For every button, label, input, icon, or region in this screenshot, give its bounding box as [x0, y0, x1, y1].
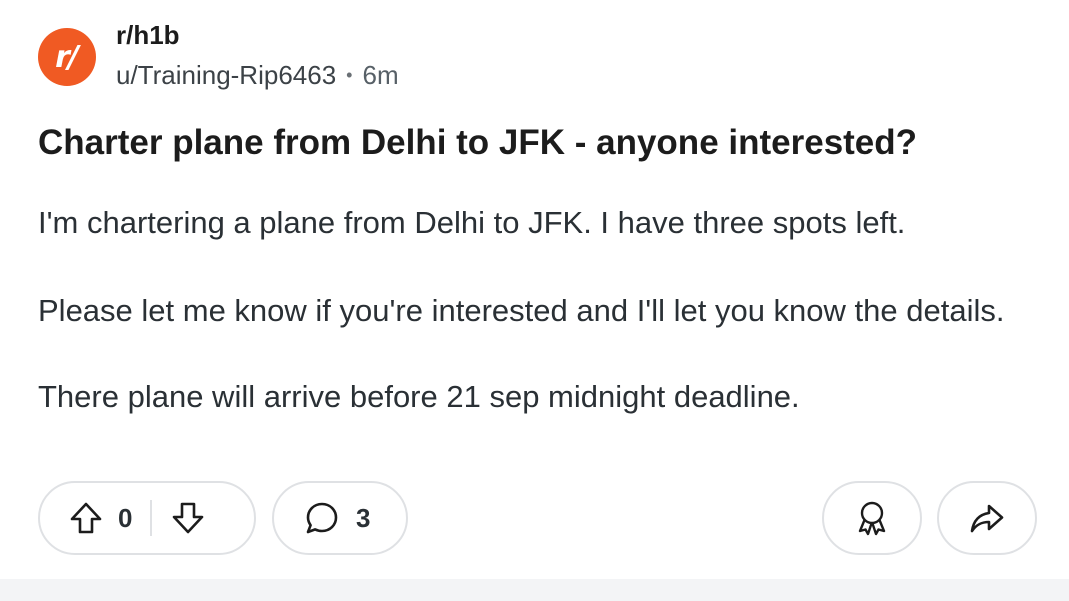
comment-count: 3: [356, 502, 371, 533]
upvote-icon[interactable]: [68, 500, 104, 536]
byline-separator: •: [346, 65, 353, 85]
vote-divider: [150, 500, 153, 536]
comment-icon: [304, 500, 340, 536]
post-meta: r/h1b u/Training-Rip6463 • 6m: [116, 20, 399, 90]
feed-separator: [0, 579, 1069, 601]
subreddit-avatar[interactable]: r/: [38, 28, 96, 86]
share-icon: [968, 499, 1006, 537]
post-body-paragraph: I'm chartering a plane from Delhi to JFK…: [38, 205, 906, 240]
subreddit-avatar-label: r/: [55, 39, 79, 75]
comments-button[interactable]: 3: [272, 481, 408, 555]
post-title[interactable]: Charter plane from Delhi to JFK - anyone…: [38, 121, 917, 165]
award-button[interactable]: [822, 481, 922, 555]
vote-count: 0: [118, 502, 133, 533]
share-button[interactable]: [937, 481, 1037, 555]
vote-bar: 0: [38, 481, 256, 555]
post-body-paragraph: There plane will arrive before 21 sep mi…: [38, 379, 800, 414]
subreddit-name[interactable]: r/h1b: [116, 20, 399, 50]
post-card: r/ r/h1b u/Training-Rip6463 • 6m Charter…: [0, 0, 1069, 579]
downvote-icon[interactable]: [170, 500, 206, 536]
post-header: r/ r/h1b u/Training-Rip6463 • 6m: [38, 20, 399, 90]
award-icon: [853, 499, 891, 537]
post-body-paragraph: Please let me know if you're interested …: [38, 293, 1005, 328]
post-age: 6m: [362, 60, 399, 90]
post-body: I'm chartering a plane from Delhi to JFK…: [38, 203, 1038, 417]
author-name[interactable]: u/Training-Rip6463: [116, 60, 336, 90]
byline: u/Training-Rip6463 • 6m: [116, 60, 399, 90]
